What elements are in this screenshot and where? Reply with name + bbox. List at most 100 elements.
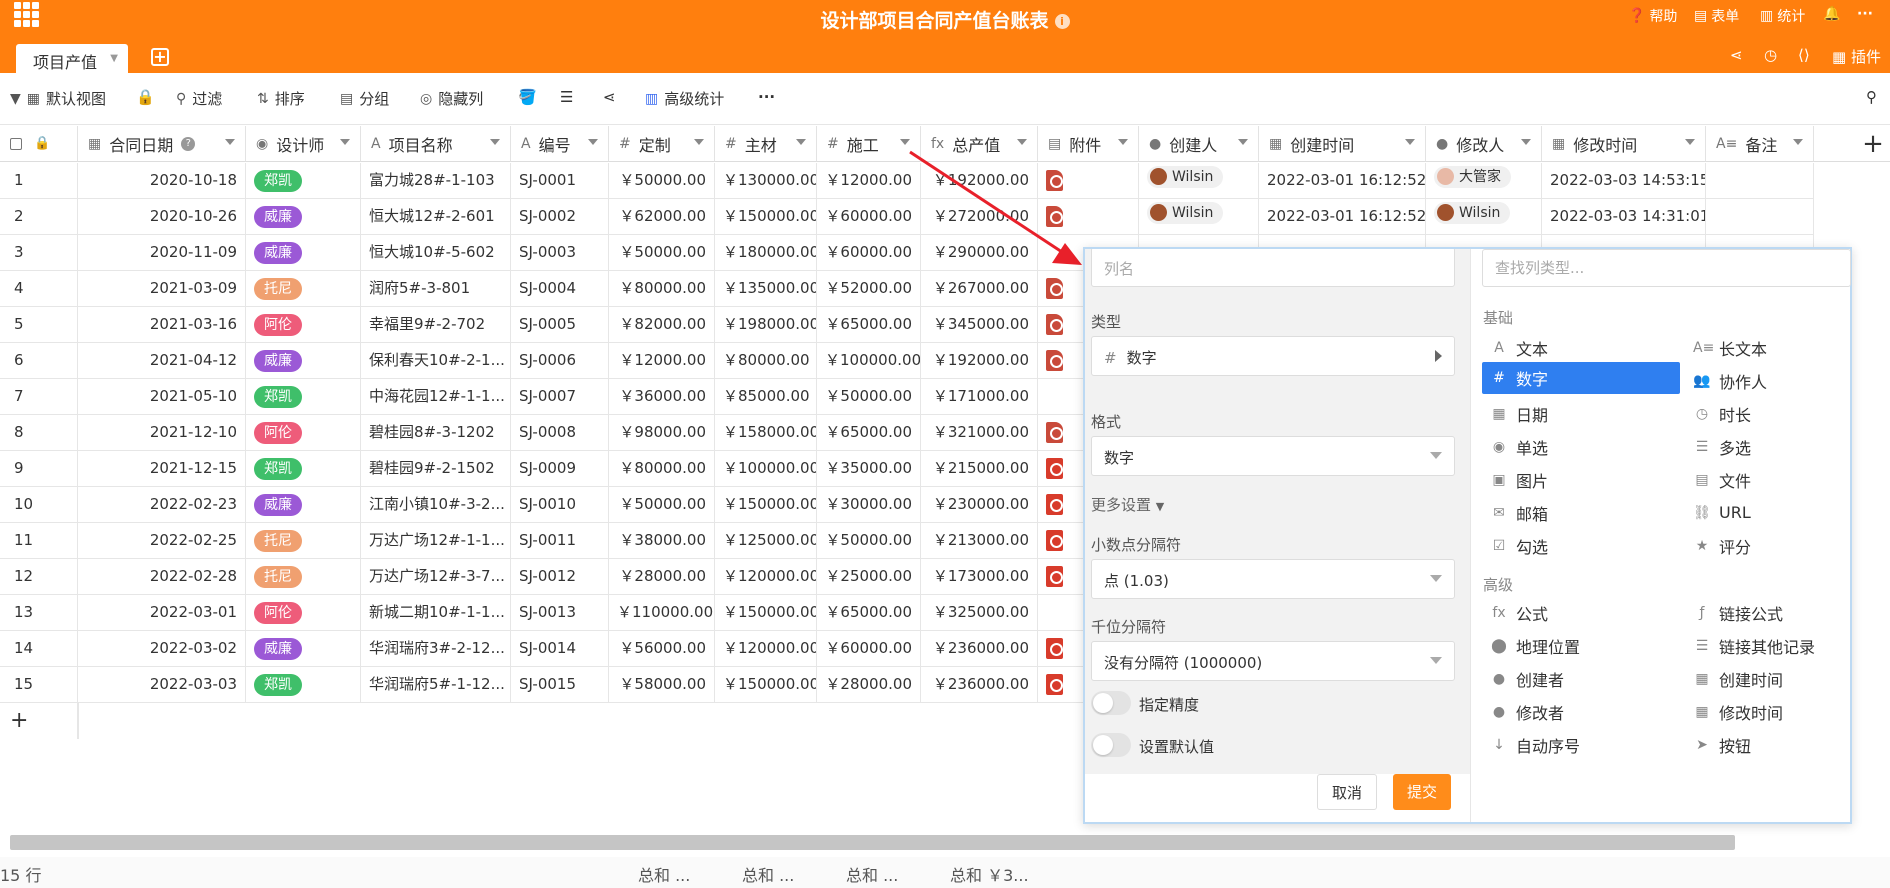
type-label: 自动序号 [1516,736,1581,756]
type-label: 按钮 [1719,736,1752,756]
type-icon: ☰ [1695,438,1709,455]
cancel-button[interactable]: 取消 [1317,774,1377,810]
type-option[interactable]: ☑ 勾选 [1482,527,1680,559]
chevron-down-icon [1430,452,1442,459]
type-icon: ↓ [1493,736,1505,753]
type-label: 创建者 [1516,670,1565,690]
default-value-label: 设置默认值 [1139,738,1215,756]
panel-actions: 取消 提交 [1085,774,1470,822]
type-option[interactable]: fx 公式 [1482,594,1680,626]
type-option[interactable]: ◉ 单选 [1482,428,1680,460]
type-label: 单选 [1516,438,1549,458]
type-icon: ◷ [1695,405,1709,422]
submit-button[interactable]: 提交 [1393,774,1451,810]
type-icon: ● [1492,703,1506,720]
type-select[interactable]: # 数字 [1091,336,1455,376]
type-icon: ▤ [1695,471,1709,488]
type-option[interactable]: ✉ 邮箱 [1482,494,1680,526]
type-icon: fx [1492,604,1506,621]
column-config-panel: 列名 类型 # 数字 格式 数字 更多设置 ▼ 小数点分隔符 点 (1.03) 千… [1083,247,1852,824]
decimal-label: 小数点分隔符 [1091,536,1182,554]
type-option[interactable]: ☰ 链接其他记录 [1685,627,1883,659]
type-label: 类型 [1091,313,1122,331]
type-option[interactable]: ▤ 文件 [1685,461,1883,493]
type-option[interactable]: ▦ 创建时间 [1685,660,1883,692]
chevron-down-icon [1430,575,1442,582]
type-option[interactable]: ▣ 图片 [1482,461,1680,493]
type-label: 文本 [1516,339,1549,359]
type-label: 勾选 [1516,537,1549,557]
type-label: URL [1719,503,1751,522]
type-option[interactable]: ⬤ 地理位置 [1482,627,1680,659]
type-label: 时长 [1719,405,1752,425]
thousands-label: 千位分隔符 [1091,618,1167,636]
advanced-group-label: 高级 [1483,576,1514,594]
type-icon: ➤ [1696,736,1708,753]
type-label: 邮箱 [1516,504,1549,524]
type-label: 多选 [1719,438,1752,458]
type-label: 数字 [1516,370,1549,389]
type-icon: ★ [1695,537,1709,554]
type-option[interactable]: ★ 评分 [1685,527,1883,559]
basic-group-label: 基础 [1483,309,1514,327]
type-icon: ☑ [1492,537,1506,554]
type-icon: ✉ [1493,504,1505,521]
precision-toggle[interactable] [1091,691,1131,715]
type-option[interactable]: ▦ 修改时间 [1685,693,1883,725]
type-option[interactable]: ◷ 时长 [1685,395,1883,427]
type-icon: 👥 [1693,372,1711,389]
type-option[interactable]: A≡ 长文本 [1685,329,1883,361]
type-option[interactable]: # 数字 [1482,362,1680,394]
type-option[interactable]: ▦ 日期 [1482,395,1680,427]
more-settings-toggle[interactable]: 更多设置 ▼ [1091,494,1164,515]
chevron-down-icon [1430,657,1442,664]
type-icon: A≡ [1693,339,1715,356]
decimal-select[interactable]: 点 (1.03) [1091,559,1455,599]
type-option[interactable]: ƒ 链接公式 [1685,594,1883,626]
type-icon: A [1494,339,1504,356]
type-icon: # [1493,370,1505,386]
type-icon: ▦ [1695,703,1709,720]
type-icon: ⛓ [1693,504,1711,521]
type-label: 链接公式 [1719,604,1784,624]
type-icon: ⬤ [1491,637,1507,654]
type-label: 评分 [1719,537,1752,557]
thousands-select[interactable]: 没有分隔符 (1000000) [1091,641,1455,681]
type-icon: ● [1492,670,1506,687]
type-label: 创建时间 [1719,670,1784,690]
type-label: 文件 [1719,471,1752,491]
type-option[interactable]: ● 修改者 [1482,693,1680,725]
column-type-picker: 查找列类型... 基础 高级 A 文本 A≡ 长文本 # 数字 👥 协作人 ▦ 日期 ◷ 时长 ◉ 单选 ☰… [1470,249,1851,822]
type-option[interactable]: ☰ 多选 [1685,428,1883,460]
type-icon: ◉ [1492,438,1506,455]
type-label: 地理位置 [1516,637,1581,657]
type-icon: ▣ [1492,471,1506,488]
column-name-input[interactable]: 列名 [1091,249,1455,287]
type-icon: ☰ [1695,637,1709,654]
type-search-input[interactable]: 查找列类型... [1482,249,1851,287]
type-icon: ƒ [1699,604,1705,621]
type-label: 链接其他记录 [1719,637,1816,657]
type-icon: ▦ [1695,670,1709,687]
type-label: 日期 [1516,405,1549,425]
number-icon: # [1104,349,1117,367]
type-option[interactable]: 👥 协作人 [1685,362,1883,394]
column-settings: 列名 类型 # 数字 格式 数字 更多设置 ▼ 小数点分隔符 点 (1.03) 千… [1085,249,1470,822]
type-label: 图片 [1516,471,1549,491]
type-option[interactable]: ⛓ URL [1685,494,1883,526]
default-value-toggle[interactable] [1091,733,1131,757]
type-option[interactable]: ↓ 自动序号 [1482,726,1680,758]
type-label: 修改者 [1516,703,1565,723]
precision-label: 指定精度 [1139,696,1200,714]
type-icon: ▦ [1492,405,1506,422]
chevron-right-icon [1435,350,1442,362]
type-option[interactable]: A 文本 [1482,329,1680,361]
type-label: 公式 [1516,604,1549,624]
type-label: 长文本 [1719,339,1768,359]
type-label: 修改时间 [1719,703,1784,723]
type-option[interactable]: ● 创建者 [1482,660,1680,692]
type-label: 协作人 [1719,372,1768,392]
format-select[interactable]: 数字 [1091,436,1455,476]
type-option[interactable]: ➤ 按钮 [1685,726,1883,758]
format-label: 格式 [1091,413,1122,431]
